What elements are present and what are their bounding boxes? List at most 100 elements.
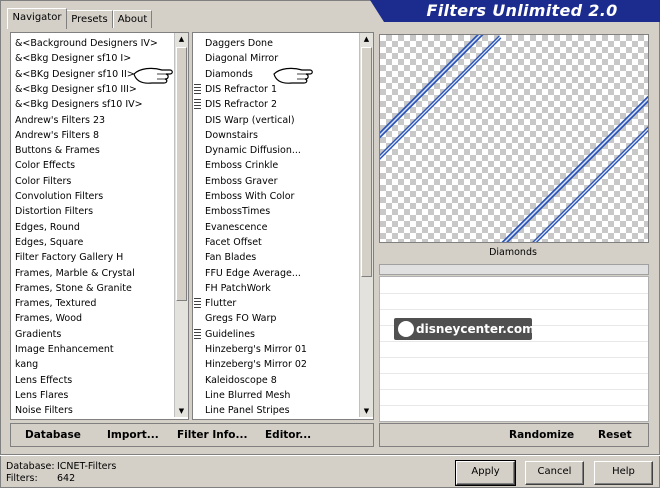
filter-item[interactable]: Emboss Crinkle xyxy=(205,158,278,173)
tab-about[interactable]: About xyxy=(113,10,152,28)
filter-item[interactable]: Gregs FO Warp xyxy=(205,311,276,326)
category-item[interactable]: Frames, Stone & Granite xyxy=(15,281,132,296)
tab-navigator[interactable]: Navigator xyxy=(7,8,67,29)
filter-item[interactable]: DIS Refractor 2 xyxy=(194,97,277,112)
category-item[interactable]: Color Effects xyxy=(15,158,75,173)
import-button[interactable]: Import... xyxy=(107,427,159,443)
tab-presets[interactable]: Presets xyxy=(66,10,113,28)
banner-title: Filters Unlimited 2.0 xyxy=(426,1,618,20)
category-item[interactable]: kang xyxy=(15,357,38,372)
filter-item[interactable]: FFU Edge Average... xyxy=(205,266,301,281)
filter-item-label: FFU Edge Average... xyxy=(205,267,301,279)
editor-button[interactable]: Editor... xyxy=(265,427,311,443)
apply-button[interactable]: Apply xyxy=(455,460,516,486)
filter-item-label: Hinzeberg's Mirror 01 xyxy=(205,344,307,355)
filter-item[interactable]: Line Panel Stripes xyxy=(205,403,290,417)
category-item[interactable]: &<Background Designers IV> xyxy=(15,36,158,51)
cancel-button[interactable]: Cancel xyxy=(525,461,584,485)
category-item[interactable]: Filter Factory Gallery H xyxy=(15,250,123,265)
filter-item[interactable]: Kaleidoscope 8 xyxy=(205,373,277,388)
status-divider xyxy=(0,454,660,456)
category-item[interactable]: Convolution Filters xyxy=(15,189,103,204)
filter-item[interactable]: Flutter xyxy=(194,296,237,311)
database-label: Database: xyxy=(6,461,55,472)
filter-item[interactable]: Fan Blades xyxy=(205,250,256,265)
filter-item-label: DIS Refractor 2 xyxy=(205,99,277,111)
category-item[interactable]: Frames, Marble & Crystal xyxy=(15,266,135,281)
filter-item[interactable]: Emboss With Color xyxy=(205,189,294,204)
filter-item[interactable]: Diamonds xyxy=(205,67,253,82)
category-item[interactable]: &<BKg Designer sf10 II> xyxy=(15,67,135,82)
category-list: &<Background Designers IV> &<Bkg Designer… xyxy=(10,32,189,420)
filter-item[interactable]: DIS Warp (vertical) xyxy=(205,113,295,128)
filter-item[interactable]: Hinzeberg's Mirror 02 xyxy=(205,357,307,372)
grip-icon xyxy=(194,298,201,310)
filter-item[interactable]: Daggers Done xyxy=(205,36,273,51)
randomize-button[interactable]: Randomize xyxy=(509,427,574,443)
banner-slant xyxy=(370,0,384,22)
category-item[interactable]: Buttons & Frames xyxy=(15,143,100,158)
filter-item[interactable]: Line Blurred Mesh xyxy=(205,388,290,403)
mickey-logo-icon xyxy=(398,321,414,337)
pointing-hand-icon xyxy=(133,67,173,84)
filter-item[interactable]: Hinzeberg's Mirror 01 xyxy=(205,342,307,357)
filter-item[interactable]: EmbossTimes xyxy=(205,204,270,219)
filter-item-label: Emboss Graver xyxy=(205,175,278,187)
filter-item-label: Gregs FO Warp xyxy=(205,313,277,325)
filter-item-label: Diamonds xyxy=(205,68,253,80)
scroll-up-icon[interactable]: ▲ xyxy=(360,35,373,43)
database-button[interactable]: Database xyxy=(25,427,81,443)
filter-item-label: Line Panel Stripes xyxy=(205,405,290,417)
grip-icon xyxy=(194,99,201,111)
category-item[interactable]: Lens Effects xyxy=(15,373,72,388)
category-item[interactable]: Noise Filters xyxy=(15,403,73,417)
filter-item[interactable]: FH PatchWork xyxy=(205,281,271,296)
filter-item-label: Flutter xyxy=(205,298,237,310)
parameter-slider[interactable] xyxy=(379,264,649,275)
scroll-down-icon[interactable]: ▼ xyxy=(175,407,188,415)
filter-item-label: Line Blurred Mesh xyxy=(205,389,291,401)
preview-toolbar: Randomize Reset xyxy=(379,423,649,447)
filter-item-label: Fan Blades xyxy=(205,252,257,264)
filter-item[interactable]: Diagonal Mirror xyxy=(205,51,278,66)
help-button[interactable]: Help xyxy=(594,461,653,485)
filter-item[interactable]: Downstairs xyxy=(205,128,258,143)
reset-button[interactable]: Reset xyxy=(598,427,632,443)
filter-info-button[interactable]: Filter Info... xyxy=(177,427,247,443)
filter-item[interactable]: Guidelines xyxy=(194,327,255,342)
filter-item[interactable]: Emboss Graver xyxy=(205,174,277,189)
filter-item-label: Facet Offset xyxy=(205,236,262,248)
category-item[interactable]: Edges, Round xyxy=(15,220,80,235)
category-scrollbar[interactable]: ▲ ▼ xyxy=(174,33,188,417)
filter-item-label: Emboss With Color xyxy=(205,191,295,202)
category-item[interactable]: Image Enhancement xyxy=(15,342,114,357)
category-item[interactable]: &<Bkg Designer sf10 I> xyxy=(15,51,131,66)
category-item[interactable]: Gradients xyxy=(15,327,61,342)
scroll-up-icon[interactable]: ▲ xyxy=(175,35,188,43)
category-item[interactable]: Frames, Textured xyxy=(15,296,96,311)
selected-filter-name: Diamonds xyxy=(489,247,537,258)
filter-item[interactable]: Facet Offset xyxy=(205,235,262,250)
category-item[interactable]: Distortion Filters xyxy=(15,204,93,219)
category-item[interactable]: Color Filters xyxy=(15,174,71,189)
filter-item-label: Daggers Done xyxy=(205,38,273,49)
category-item[interactable]: Andrew's Filters 23 xyxy=(15,113,105,128)
filter-item[interactable]: Evanescence xyxy=(205,220,267,235)
category-item[interactable]: &<Bkg Designer sf10 III> xyxy=(15,82,137,97)
filter-item-label: Downstairs xyxy=(205,129,258,141)
filter-scrollbar[interactable]: ▲ ▼ xyxy=(359,33,373,417)
scroll-thumb[interactable] xyxy=(361,47,372,277)
category-item[interactable]: &<Bkg Designers sf10 IV> xyxy=(15,97,143,112)
grip-icon xyxy=(194,328,201,340)
parameter-area xyxy=(379,276,649,422)
category-item[interactable]: Lens Flares xyxy=(15,388,68,403)
pointing-hand-icon xyxy=(273,67,313,84)
watermark-text: disneycenter.com xyxy=(416,322,535,336)
filter-item[interactable]: Dynamic Diffusion... xyxy=(205,143,301,158)
filter-item[interactable]: DIS Refractor 1 xyxy=(194,82,277,97)
category-item[interactable]: Edges, Square xyxy=(15,235,83,250)
scroll-thumb[interactable] xyxy=(176,47,187,301)
scroll-down-icon[interactable]: ▼ xyxy=(360,407,373,415)
category-item[interactable]: Frames, Wood xyxy=(15,311,82,326)
category-item[interactable]: Andrew's Filters 8 xyxy=(15,128,99,143)
